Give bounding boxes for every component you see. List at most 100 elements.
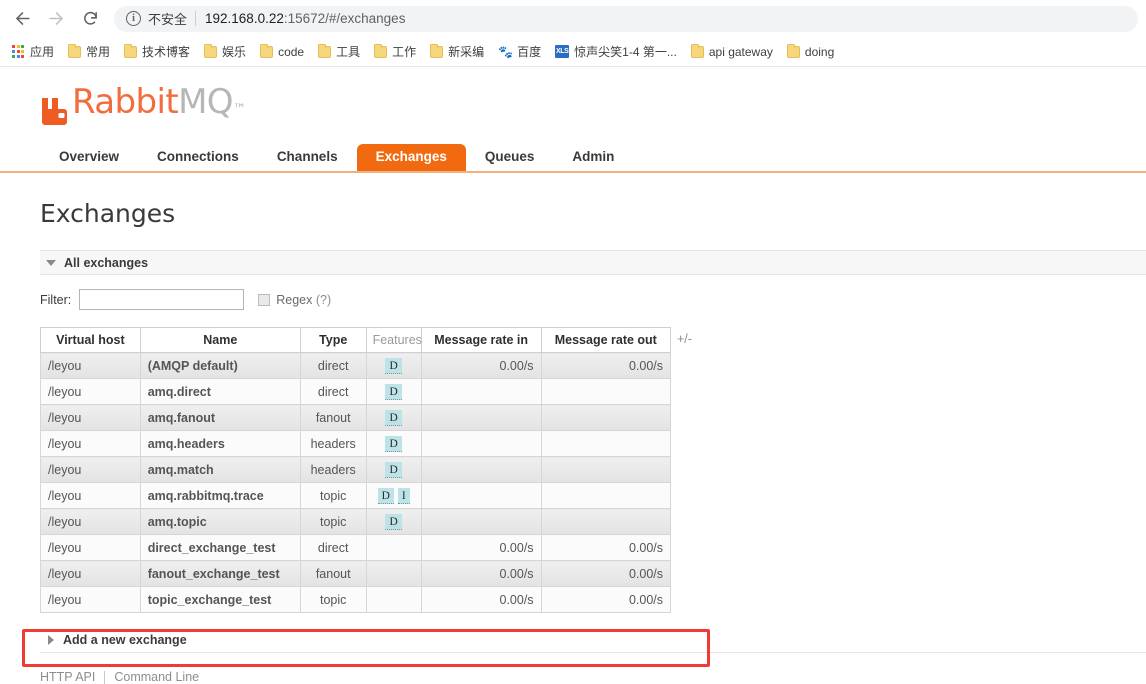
cell-message-rate-in (420, 378, 542, 405)
table-row[interactable]: /leyou (AMQP default) direct D 0.00/s 0.00/s (40, 352, 672, 379)
cell-virtual-host: /leyou (40, 352, 141, 379)
add-exchange-section-header[interactable]: Add a new exchange (40, 627, 1146, 653)
add-exchange-label: Add a new exchange (63, 632, 187, 647)
tab-channels[interactable]: Channels (258, 144, 357, 171)
bookmark-item[interactable]: doing (782, 43, 841, 61)
bookmark-item[interactable]: 技术博客 (119, 41, 197, 62)
cell-features: D (365, 352, 422, 379)
bookmark-label: 惊声尖笑1-4 第一... (574, 45, 677, 59)
feature-badge-d: D (385, 357, 402, 374)
apps-grid-icon (11, 45, 25, 59)
regex-help-link[interactable]: (?) (316, 293, 331, 307)
tab-overview[interactable]: Overview (40, 144, 138, 171)
column-header-virtual-host[interactable]: Virtual host (40, 327, 141, 353)
reload-icon[interactable] (76, 5, 104, 33)
cell-exchange-name[interactable]: amq.headers (139, 430, 301, 457)
folder-icon (690, 43, 704, 58)
table-row[interactable]: /leyou amq.rabbitmq.trace topic D I (40, 482, 672, 509)
bookmark-label: api gateway (708, 44, 773, 59)
all-exchanges-section-header[interactable]: All exchanges (40, 250, 1146, 275)
feature-badge-d: D (377, 487, 394, 504)
chevron-down-icon (46, 259, 56, 266)
table-header-row: Virtual host Name Type Features Message rate… (40, 327, 672, 353)
cell-message-rate-out (540, 404, 672, 431)
cell-features: D (365, 430, 422, 457)
cell-exchange-name[interactable]: fanout_exchange_test (139, 560, 301, 587)
exchanges-table: Virtual host Name Type Features Message rate… (40, 327, 672, 613)
column-header-type[interactable]: Type (299, 327, 367, 353)
command-line-link[interactable]: Command Line (114, 670, 199, 684)
cell-exchange-name[interactable]: (AMQP default) (139, 352, 301, 379)
tab-queues[interactable]: Queues (466, 144, 554, 171)
filter-input[interactable] (79, 289, 245, 310)
page-title: Exchanges (40, 199, 176, 228)
column-header-features[interactable]: Features (365, 327, 422, 353)
url-host: 192.168.0.22 (205, 11, 284, 26)
bookmark-item[interactable]: 娱乐 (199, 41, 253, 62)
logo-trademark: ™ (232, 102, 246, 117)
folder-icon (260, 43, 274, 58)
column-toggle-plus-minus[interactable]: +/- (677, 332, 692, 346)
cell-message-rate-out: 0.00/s (540, 352, 672, 379)
regex-text: Regex (276, 292, 313, 307)
bookmark-label: 常用 (86, 45, 111, 59)
bookmark-item[interactable]: 常用 (63, 41, 117, 62)
cell-type: direct (299, 378, 367, 405)
table-row[interactable]: /leyou topic_exchange_test topic 0.00/s 0.00… (40, 586, 672, 613)
forward-arrow-icon[interactable] (42, 5, 70, 33)
bookmarks-bar: 应用 常用 技术博客 娱乐 code 工具 工作 新采编 🐾 百度 XLS 惊声尖笑1-4 第一...… (0, 37, 1146, 67)
cell-exchange-name[interactable]: topic_exchange_test (139, 586, 301, 613)
folder-icon (204, 43, 218, 58)
bookmark-item[interactable]: XLS 惊声尖笑1-4 第一... (550, 41, 684, 62)
bookmark-item[interactable]: 🐾 百度 (493, 41, 548, 62)
table-row[interactable]: /leyou amq.match headers D (40, 456, 672, 483)
cell-message-rate-out: 0.00/s (540, 586, 672, 613)
cell-exchange-name[interactable]: amq.topic (139, 508, 301, 535)
cell-message-rate-in: 0.00/s (420, 586, 542, 613)
bookmark-item[interactable]: 新采编 (425, 41, 491, 62)
cell-features: D (365, 456, 422, 483)
table-row[interactable]: /leyou amq.headers headers D (40, 430, 672, 457)
cell-message-rate-in (420, 430, 542, 457)
cell-message-rate-out (540, 456, 672, 483)
bookmark-item[interactable]: 应用 (6, 41, 61, 62)
bookmark-label: 新采编 (448, 45, 485, 59)
cell-message-rate-in: 0.00/s (420, 534, 542, 561)
cell-message-rate-out (540, 430, 672, 457)
table-row[interactable]: /leyou amq.fanout fanout D (40, 404, 672, 431)
bookmark-label: code (278, 44, 305, 59)
cell-exchange-name[interactable]: direct_exchange_test (139, 534, 301, 561)
tab-exchanges[interactable]: Exchanges (356, 144, 466, 171)
table-row[interactable]: /leyou amq.direct direct D (40, 378, 672, 405)
address-bar[interactable]: i 不安全 192.168.0.22:15672/#/exchanges (114, 5, 1138, 32)
info-circle-icon[interactable]: i (126, 11, 141, 26)
table-row[interactable]: /leyou fanout_exchange_test fanout 0.00/s 0.… (40, 560, 672, 587)
rabbitmq-logo[interactable]: RabbitMQ™ (0, 67, 1146, 125)
column-header-name[interactable]: Name (139, 327, 301, 353)
column-header-message-rate-in[interactable]: Message rate in (420, 327, 542, 353)
table-row[interactable]: /leyou direct_exchange_test direct 0.00/s 0.… (40, 534, 672, 561)
http-api-link[interactable]: HTTP API (40, 670, 95, 684)
cell-exchange-name[interactable]: amq.fanout (139, 404, 301, 431)
folder-icon (124, 43, 138, 58)
bookmark-label: 应用 (30, 45, 55, 59)
cell-exchange-name[interactable]: amq.direct (139, 378, 301, 405)
bookmark-item[interactable]: 工作 (369, 41, 423, 62)
tab-admin[interactable]: Admin (553, 144, 633, 171)
bookmark-item[interactable]: api gateway (686, 43, 780, 61)
feature-badge-i: I (397, 487, 410, 504)
table-row[interactable]: /leyou amq.topic topic D (40, 508, 672, 535)
tab-connections[interactable]: Connections (138, 144, 258, 171)
column-header-message-rate-out[interactable]: Message rate out (540, 327, 672, 353)
folder-icon (318, 43, 332, 58)
bookmark-item[interactable]: code (255, 43, 311, 61)
cell-virtual-host: /leyou (40, 508, 141, 535)
regex-checkbox[interactable] (258, 293, 271, 306)
url-text: 192.168.0.22:15672/#/exchanges (205, 11, 405, 26)
back-arrow-icon[interactable] (8, 5, 36, 33)
bookmark-item[interactable]: 工具 (313, 41, 367, 62)
cell-exchange-name[interactable]: amq.rabbitmq.trace (139, 482, 301, 509)
folder-icon (786, 43, 800, 58)
cell-exchange-name[interactable]: amq.match (139, 456, 301, 483)
cell-type: fanout (299, 404, 367, 431)
